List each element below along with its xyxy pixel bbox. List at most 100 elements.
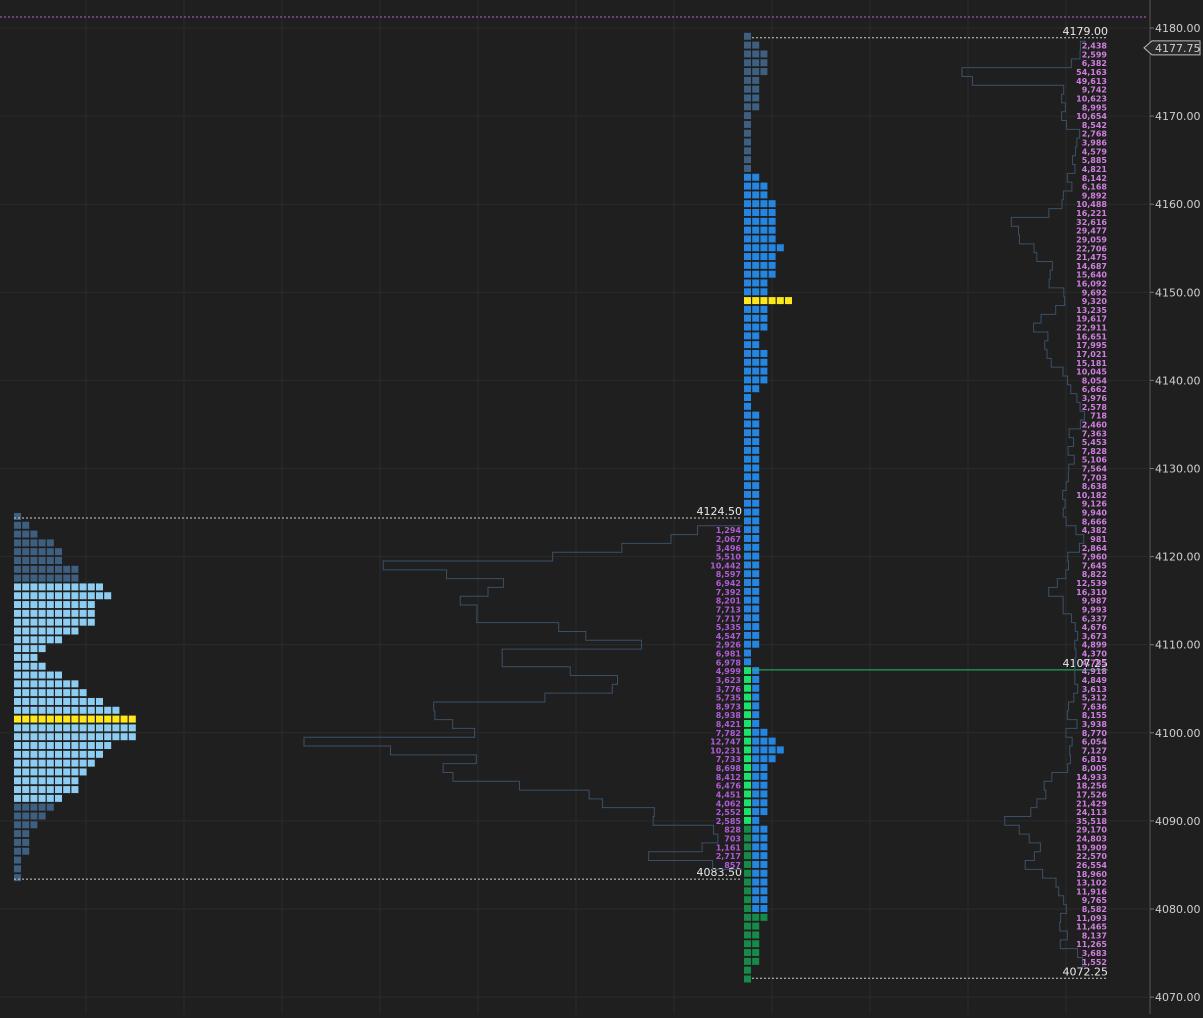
tpo-block — [22, 530, 30, 538]
tpo-block — [752, 411, 760, 419]
tpo-block — [120, 733, 128, 741]
volume-label: 5,735 — [716, 694, 742, 703]
tpo-block — [760, 358, 768, 366]
tpo-block — [760, 279, 768, 287]
tpo-block — [55, 548, 62, 556]
tpo-block — [14, 574, 21, 582]
tpo-block — [752, 605, 760, 613]
volume-label: 4,579 — [1082, 147, 1108, 156]
tpo-block — [87, 583, 95, 591]
tpo-block — [744, 235, 751, 243]
tpo-block — [752, 182, 760, 190]
tpo-block — [744, 164, 751, 172]
volume-label: 10,488 — [1076, 200, 1107, 209]
tpo-block — [14, 759, 21, 767]
tpo-block — [752, 50, 760, 58]
tpo-block — [752, 261, 760, 269]
tpo-block — [744, 59, 751, 67]
tpo-block — [63, 609, 71, 617]
tpo-block — [14, 671, 21, 679]
tpo-block — [752, 561, 760, 569]
tpo-block — [744, 931, 751, 939]
tpo-block — [22, 557, 30, 565]
tpo-block — [63, 706, 71, 714]
volume-label: 828 — [724, 826, 741, 835]
price-tick-label: 4180.00 — [1155, 22, 1201, 35]
tpo-block — [768, 226, 776, 234]
tpo-block — [46, 680, 54, 688]
tpo-block — [752, 675, 760, 683]
tpo-block — [30, 733, 38, 741]
tpo-block — [752, 349, 760, 357]
tpo-block — [760, 808, 768, 816]
price-tick-label: 4140.00 — [1155, 374, 1201, 387]
volume-label: 24,803 — [1076, 835, 1107, 844]
tpo-block — [71, 601, 79, 609]
price-tick-label: 4070.00 — [1155, 991, 1201, 1004]
tpo-block — [79, 733, 87, 741]
tpo-block — [71, 724, 79, 732]
volume-label: 10,623 — [1076, 94, 1107, 103]
volume-label: 5,106 — [1082, 456, 1108, 465]
tpo-block — [744, 244, 751, 252]
tpo-block — [87, 733, 95, 741]
tpo-block — [63, 715, 71, 723]
tpo-block — [760, 869, 768, 877]
tpo-block — [752, 949, 760, 957]
tpo-block — [22, 706, 30, 714]
volume-label: 6,476 — [716, 782, 742, 791]
tpo-block — [744, 640, 751, 648]
tpo-block — [752, 922, 760, 930]
tpo-block — [768, 209, 776, 217]
tpo-block — [79, 768, 87, 776]
volume-label: 18,256 — [1076, 782, 1107, 791]
tpo-block — [22, 574, 30, 582]
tpo-block — [79, 601, 87, 609]
volume-label: 29,477 — [1076, 227, 1107, 236]
volume-label: 2,438 — [1082, 42, 1108, 51]
volume-label: 3,976 — [1082, 394, 1108, 403]
volume-label: 7,392 — [716, 588, 741, 597]
tpo-block — [30, 557, 38, 565]
volume-label: 5,335 — [716, 623, 742, 632]
tpo-block — [30, 680, 38, 688]
tpo-block — [760, 261, 768, 269]
tpo-block — [30, 803, 38, 811]
tpo-block — [744, 896, 751, 904]
tpo-block — [744, 711, 751, 719]
tpo-block — [760, 323, 768, 331]
tpo-block — [71, 609, 79, 617]
tpo-block — [744, 32, 751, 40]
tpo-block — [79, 750, 87, 758]
price-tick-label: 4170.00 — [1155, 110, 1201, 123]
volume-label: 8,142 — [1082, 174, 1107, 183]
tpo-block — [71, 777, 79, 785]
tpo-block — [96, 583, 103, 591]
tpo-block — [744, 253, 751, 261]
tpo-block — [760, 367, 768, 375]
tpo-block — [768, 235, 776, 243]
tpo-block — [752, 376, 760, 384]
volume-label: 2,552 — [716, 808, 741, 817]
tpo-block — [752, 640, 760, 648]
tpo-block — [744, 508, 751, 516]
tpo-block — [79, 609, 87, 617]
tpo-block — [744, 746, 751, 754]
tpo-block — [38, 539, 46, 547]
tpo-block — [30, 742, 38, 750]
tpo-block — [785, 297, 792, 305]
chart-background — [0, 0, 1203, 1014]
tpo-block — [46, 803, 54, 811]
volume-label: 10,182 — [1076, 491, 1107, 500]
tpo-block — [71, 750, 79, 758]
tpo-block — [46, 724, 54, 732]
tpo-block — [46, 627, 54, 635]
tpo-block — [768, 737, 776, 745]
tpo-block — [22, 821, 30, 829]
tpo-block — [752, 534, 760, 542]
tpo-block — [744, 420, 751, 428]
tpo-block — [96, 724, 103, 732]
volume-label: 8,770 — [1082, 729, 1108, 738]
tpo-block — [752, 905, 760, 912]
tpo-block — [14, 821, 21, 829]
